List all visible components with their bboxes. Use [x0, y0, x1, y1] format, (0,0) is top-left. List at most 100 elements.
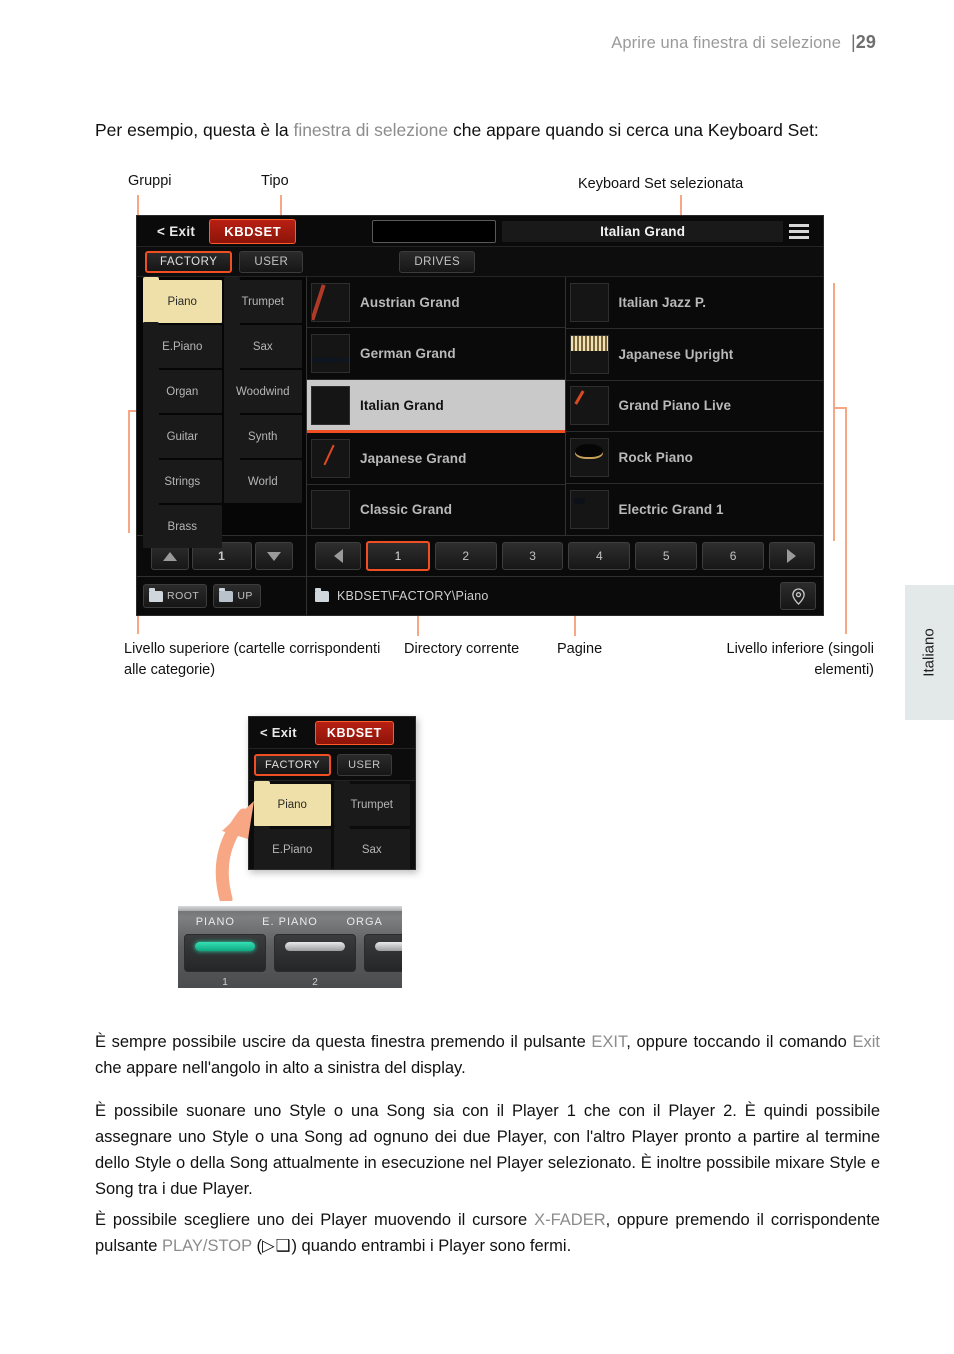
- small-screen-source-tabs: FACTORY USER: [249, 749, 415, 781]
- triangle-up-icon: [162, 551, 177, 561]
- small-group-folder-trumpet[interactable]: Trumpet: [333, 781, 410, 826]
- page-button-5[interactable]: 5: [635, 542, 698, 570]
- exit-button[interactable]: < Exit: [143, 224, 205, 239]
- list-item-selected[interactable]: Italian Grand: [307, 379, 565, 434]
- root-button[interactable]: ROOT: [143, 584, 208, 608]
- p3-playstop-symbol: ▷❑: [261, 1235, 292, 1255]
- list-item[interactable]: Japanese Grand: [307, 433, 565, 485]
- up-folder-icon: [219, 587, 234, 602]
- p1-s3: che appare nell'angolo in alto a sinistr…: [95, 1058, 466, 1077]
- locate-button[interactable]: [780, 582, 816, 610]
- group-folder-synth[interactable]: Synth: [223, 412, 302, 458]
- language-tab-italiano: Italiano: [905, 585, 954, 720]
- paragraph-players: È possibile suonare uno Style o una Song…: [95, 1101, 880, 1198]
- group-folder-woodwind[interactable]: Woodwind: [223, 367, 302, 413]
- list-item-label: Japanese Upright: [618, 346, 734, 362]
- callout-arrow-icon: [215, 801, 254, 901]
- group-folder-sax[interactable]: Sax: [223, 322, 302, 368]
- home-folder-icon: [149, 587, 163, 602]
- small-selection-window-screenshot: < Exit KBDSET FACTORY USER Piano Trumpet…: [248, 716, 416, 870]
- page-button-2[interactable]: 2: [434, 542, 497, 570]
- screen-path-bar: ROOT UP KBDSET\FACTORY\Piano: [137, 576, 823, 615]
- hardware-button-epiano[interactable]: [274, 934, 356, 972]
- list-item[interactable]: German Grand: [307, 328, 565, 380]
- hardware-button-numbers: 1 2 3: [184, 977, 402, 988]
- group-folder-guitar[interactable]: Guitar: [143, 412, 222, 458]
- led-indicator-off: [375, 942, 402, 951]
- page-next-button[interactable]: [768, 542, 815, 570]
- page-button-3[interactable]: 3: [501, 542, 564, 570]
- list-item-label: Italian Jazz P.: [618, 294, 707, 310]
- small-tab-factory[interactable]: FACTORY: [254, 753, 332, 776]
- hamburger-menu-icon[interactable]: [789, 223, 811, 239]
- small-group-folder-piano[interactable]: Piano: [254, 781, 331, 826]
- keyboard-set-thumbnail-icon: [569, 282, 609, 322]
- list-item-label: Electric Grand 1: [618, 502, 724, 518]
- callout-label-pagine: Pagine: [557, 641, 603, 657]
- callout-label-tipo: Tipo: [261, 173, 289, 189]
- tab-factory[interactable]: FACTORY: [145, 250, 233, 273]
- group-folder-piano[interactable]: Piano: [143, 277, 222, 323]
- hardware-number-1: 1: [222, 977, 228, 988]
- small-exit-button[interactable]: < Exit: [254, 725, 303, 740]
- list-item[interactable]: Grand Piano Live: [565, 381, 823, 433]
- callout-bracket-left-inner: [128, 410, 130, 533]
- hardware-label-piano: PIANO: [195, 916, 235, 928]
- small-group-folder-epiano[interactable]: E.Piano: [254, 826, 331, 869]
- kbdset-mode-button[interactable]: KBDSET: [209, 218, 297, 244]
- p3-key-xfader: X-FADER: [534, 1210, 606, 1229]
- list-item[interactable]: Rock Piano: [565, 432, 823, 485]
- intro-highlight: finestra di selezione: [293, 119, 449, 140]
- hardware-buttons: [184, 934, 402, 972]
- hardware-panel-photo: PIANO E. PIANO ORGA 1 2 3: [178, 906, 402, 988]
- callout-bracket-right-inner: [833, 283, 835, 541]
- screen-body: Piano Trumpet E.Piano Sax Organ Woodwind…: [137, 277, 824, 548]
- list-item[interactable]: Austrian Grand: [307, 277, 565, 329]
- group-folder-epiano[interactable]: E.Piano: [143, 322, 222, 368]
- small-kbdset-mode-button[interactable]: KBDSET: [314, 720, 394, 745]
- group-folder-world[interactable]: World: [223, 457, 302, 503]
- hardware-button-organ[interactable]: [364, 934, 402, 972]
- screen-topbar: < Exit KBDSET Italian Grand: [137, 216, 823, 247]
- list-item[interactable]: Italian Jazz P.: [565, 277, 823, 329]
- group-folder-organ[interactable]: Organ: [143, 367, 222, 413]
- small-group-folder-panel: Piano Trumpet E.Piano Sax: [249, 781, 415, 869]
- keyboard-set-list-right-column: Italian Jazz P. Japanese Upright Grand P…: [565, 277, 824, 535]
- list-item[interactable]: Electric Grand 1: [566, 484, 824, 535]
- search-input[interactable]: [372, 219, 497, 243]
- hardware-top-strip: [178, 906, 402, 911]
- current-path-text: KBDSET\FACTORY\Piano: [337, 589, 489, 603]
- list-item-label: Classic Grand: [360, 502, 453, 518]
- list-item[interactable]: Classic Grand: [307, 485, 565, 535]
- hardware-label-epiano: E. PIANO: [262, 916, 318, 928]
- small-tab-user[interactable]: USER: [337, 753, 392, 776]
- page-button-1[interactable]: 1: [366, 541, 430, 571]
- p3-s4: ) quando entrambi i Player sono fermi.: [291, 1236, 572, 1255]
- keyboard-set-thumbnail-icon: [311, 490, 350, 530]
- page-buttons: 1 2 3 4 5 6: [307, 541, 823, 571]
- page-button-4[interactable]: 4: [568, 542, 631, 570]
- triangle-left-icon: [333, 549, 343, 563]
- led-indicator-off: [285, 942, 345, 951]
- callout-label-keyboard-set-selezionata: Keyboard Set selezionata: [578, 176, 744, 192]
- selected-keyboard-set-name[interactable]: Italian Grand: [502, 220, 783, 242]
- list-item[interactable]: Japanese Upright: [565, 329, 823, 381]
- group-folder-trumpet[interactable]: Trumpet: [223, 277, 302, 323]
- page-button-6[interactable]: 6: [702, 542, 764, 570]
- keyboard-set-thumbnail-icon: [311, 438, 350, 478]
- group-folder-strings[interactable]: Strings: [143, 457, 222, 503]
- page-prev-button[interactable]: [315, 542, 361, 570]
- p1-s1: È sempre possibile uscire da questa fine…: [95, 1032, 592, 1051]
- tab-drives[interactable]: DRIVES: [399, 250, 476, 273]
- hardware-number-3: 3: [364, 977, 402, 988]
- root-button-label: ROOT: [167, 590, 200, 602]
- triangle-right-icon: [787, 549, 797, 563]
- small-group-folder-sax[interactable]: Sax: [333, 826, 410, 869]
- tab-user[interactable]: USER: [239, 250, 304, 273]
- p3-s3: (: [251, 1236, 262, 1255]
- keyboard-set-thumbnail-icon: [311, 385, 350, 425]
- group-folder-brass[interactable]: Brass: [143, 502, 222, 548]
- up-button[interactable]: UP: [213, 584, 261, 608]
- page-number: |29: [851, 32, 876, 53]
- hardware-button-piano[interactable]: [184, 934, 266, 972]
